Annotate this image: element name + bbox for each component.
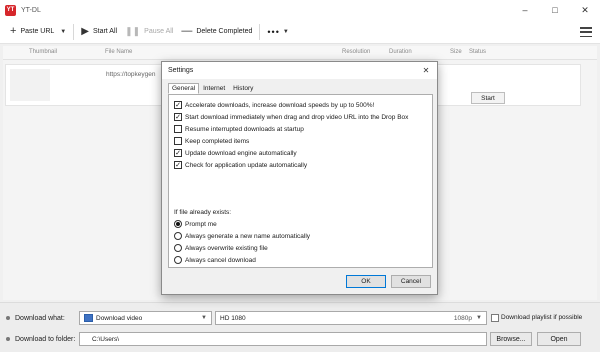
chevron-down-icon: ▼ [476, 315, 482, 321]
thumbnail-placeholder [10, 69, 50, 101]
row-start-button[interactable]: Start [471, 92, 505, 104]
option-label: Accelerate downloads, increase download … [185, 101, 375, 109]
chevron-down-icon[interactable]: ▼ [60, 29, 66, 35]
start-all-label: Start All [92, 28, 118, 35]
delete-completed-button[interactable]: — Delete Completed [177, 22, 256, 42]
checkbox-checked[interactable]: ✓ [174, 113, 182, 121]
column-header-file-name[interactable]: File Name [105, 49, 132, 55]
ok-button[interactable]: OK [346, 275, 386, 288]
quality-suffix: 1080p [453, 315, 472, 322]
chevron-down-icon: ▼ [201, 315, 207, 321]
download-type-select[interactable]: Download video ▼ [79, 311, 212, 325]
file-exists-group-label: If file already exists: [174, 209, 232, 216]
folder-path-input[interactable]: C:\Users\ [79, 332, 487, 346]
pause-all-button[interactable]: ❚❚ Pause All [121, 22, 177, 42]
minimize-button[interactable]: – [510, 0, 540, 20]
option-resume-interrupted[interactable]: Resume interrupted downloads at startup [174, 124, 304, 134]
download-type-value: Download video [96, 314, 143, 322]
paste-url-button[interactable]: + Paste URL ▼ [6, 22, 70, 42]
title-bar: YT YT-DL – □ ✕ [0, 0, 600, 20]
row-url-text: https://topkeygen [106, 71, 156, 78]
dialog-title: Settings [168, 67, 194, 74]
plus-icon: + [10, 25, 17, 37]
toolbar: + Paste URL ▼ ▶ Start All ❚❚ Pause All —… [0, 20, 600, 44]
option-label: Check for application update automatical… [185, 161, 308, 169]
radio-label: Always cancel download [185, 256, 256, 264]
option-start-immediately[interactable]: ✓ Start download immediately when drag a… [174, 112, 408, 122]
checkbox-checked[interactable]: ✓ [174, 101, 182, 109]
chevron-down-icon: ▼ [282, 28, 289, 35]
toolbar-divider [73, 23, 75, 40]
checkbox-unchecked[interactable] [174, 125, 182, 133]
radio-label: Always overwrite existing file [185, 244, 268, 252]
more-options-button[interactable]: ••• ▼ [263, 22, 292, 42]
option-accelerate[interactable]: ✓ Accelerate downloads, increase downloa… [174, 100, 374, 110]
bullet-icon [6, 316, 10, 320]
radio-prompt-me[interactable]: Prompt me [174, 219, 217, 229]
paste-url-label: Paste URL [20, 28, 55, 35]
option-label: Keep completed items [185, 137, 250, 145]
minus-icon: — [181, 25, 193, 37]
window-title: YT-DL [21, 6, 41, 14]
download-what-row: Download what: [6, 311, 79, 325]
column-header-duration[interactable]: Duration [389, 49, 412, 55]
option-check-update[interactable]: ✓ Check for application update automatic… [174, 160, 307, 170]
option-update-engine[interactable]: ✓ Update download engine automatically [174, 148, 297, 158]
download-what-label: Download what: [15, 314, 65, 322]
general-tab-page: ✓ Accelerate downloads, increase downloa… [168, 94, 433, 268]
quality-select[interactable]: HD 1080 1080p ▼ [215, 311, 487, 325]
checkbox-checked[interactable]: ✓ [174, 149, 182, 157]
delete-completed-label: Delete Completed [196, 28, 253, 35]
radio-overwrite[interactable]: Always overwrite existing file [174, 243, 268, 253]
settings-tabs: General Internet History [168, 83, 257, 94]
cancel-button[interactable]: Cancel [391, 275, 431, 288]
toolbar-divider [259, 23, 261, 40]
bullet-icon [6, 337, 10, 341]
tab-history[interactable]: History [229, 83, 257, 94]
quality-value: HD 1080 [220, 314, 246, 322]
column-header-resolution[interactable]: Resolution [342, 49, 370, 55]
close-icon[interactable]: ✕ [420, 64, 432, 76]
radio-cancel[interactable]: Always cancel download [174, 255, 256, 265]
close-window-button[interactable]: ✕ [570, 0, 600, 20]
tab-general[interactable]: General [168, 83, 200, 94]
option-label: Start download immediately when drag and… [185, 113, 409, 121]
checkbox-unchecked[interactable] [174, 137, 182, 145]
more-dots-icon: ••• [267, 26, 280, 37]
column-header-status[interactable]: Status [469, 49, 486, 55]
option-label: Update download engine automatically [185, 149, 297, 157]
playlist-label: Download playlist if possible [501, 314, 583, 321]
option-keep-completed[interactable]: Keep completed items [174, 136, 249, 146]
app-logo-text: YT [6, 7, 15, 13]
film-icon [84, 314, 93, 322]
option-label: Resume interrupted downloads at startup [185, 125, 304, 133]
menu-hamburger-icon[interactable] [580, 26, 592, 38]
radio-label: Prompt me [185, 220, 217, 228]
column-header-thumbnail[interactable]: Thumbnail [29, 49, 57, 55]
radio-label: Always generate a new name automatically [185, 232, 311, 240]
maximize-button[interactable]: □ [540, 0, 570, 20]
app-logo-icon: YT [5, 4, 16, 16]
radio-unselected[interactable] [174, 244, 182, 252]
radio-selected[interactable] [174, 220, 182, 228]
column-header-size[interactable]: Size [450, 49, 462, 55]
checkbox-checked[interactable]: ✓ [174, 161, 182, 169]
tab-internet[interactable]: Internet [199, 83, 229, 94]
pause-all-label: Pause All [144, 28, 174, 35]
table-header: Thumbnail File Name Resolution Duration … [3, 46, 597, 60]
dialog-title-bar: Settings [162, 62, 437, 79]
pause-icon: ❚❚ [125, 26, 141, 36]
play-icon: ▶ [81, 25, 89, 37]
radio-new-name[interactable]: Always generate a new name automatically [174, 231, 310, 241]
download-to-label: Download to folder: [15, 335, 76, 343]
settings-dialog: Settings ✕ General Internet History ✓ Ac… [161, 61, 438, 295]
radio-unselected[interactable] [174, 256, 182, 264]
radio-unselected[interactable] [174, 232, 182, 240]
browse-button[interactable]: Browse... [490, 332, 532, 346]
start-all-button[interactable]: ▶ Start All [77, 22, 121, 42]
open-folder-button[interactable]: Open [537, 332, 581, 346]
download-to-row: Download to folder: [6, 332, 79, 346]
playlist-checkbox[interactable] [491, 314, 499, 322]
bottom-panel: Download what: Download video ▼ HD 1080 … [0, 302, 600, 352]
